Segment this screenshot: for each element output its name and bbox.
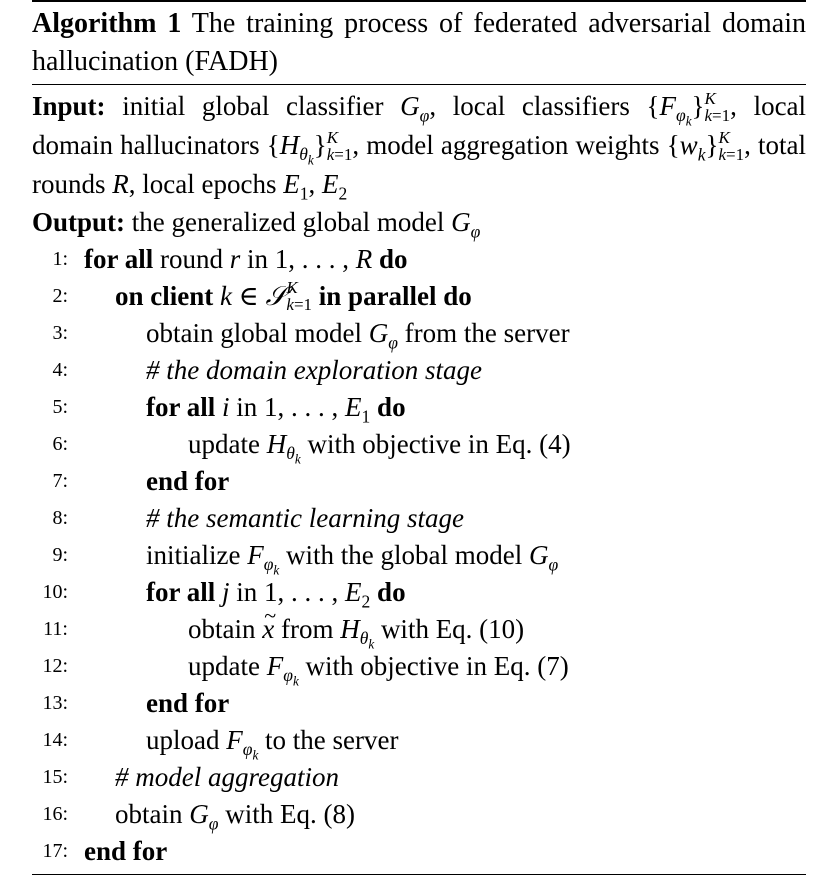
comment: # model aggregation	[115, 761, 339, 792]
algorithm-caption: Algorithm 1 The training process of fede…	[32, 2, 806, 84]
algo-line: 12: update Fφk with objective in Eq. (7)	[32, 648, 806, 688]
algo-line: 9: initialize Fφk with the global model …	[32, 537, 806, 577]
algo-line: 7: end for	[32, 463, 806, 500]
line-number: 8:	[52, 506, 68, 529]
line-number: 14:	[42, 728, 68, 751]
line-number: 11:	[43, 617, 68, 640]
algo-line: 3: obtain global model Gφ from the serve…	[32, 315, 806, 352]
input-text: model aggregation weights	[366, 129, 660, 160]
algo-line: 14: upload Fφk to the server	[32, 722, 806, 762]
algo-line: 8: # the semantic learning stage	[32, 500, 806, 537]
algo-line: 17: end for	[32, 833, 806, 870]
io-section: Input: initial global classifier Gφ, loc…	[32, 85, 806, 241]
algorithm-lines: 1: for all round r in 1, . . . , R do 2:…	[32, 241, 806, 874]
line-number: 3:	[52, 321, 68, 344]
algo-line: 1: for all round r in 1, . . . , R do	[32, 241, 806, 278]
line-number: 16:	[42, 802, 68, 825]
algorithm-block: Algorithm 1 The training process of fede…	[32, 0, 806, 875]
algo-line: 10: for all j in 1, . . . , E2 do	[32, 574, 806, 611]
line-number: 1:	[52, 247, 68, 270]
line-number: 4:	[52, 358, 68, 381]
line-number: 17:	[42, 839, 68, 862]
algorithm-label: Algorithm 1	[32, 8, 182, 39]
output-label: Output:	[32, 206, 126, 237]
algo-line: 6: update Hθk with objective in Eq. (4)	[32, 426, 806, 466]
algo-line: 2: on client k ∈ 𝒮 Kk=1 in parallel do	[32, 278, 806, 315]
algo-line: 4: # the domain exploration stage	[32, 352, 806, 389]
input-paragraph: Input: initial global classifier Gφ, loc…	[32, 88, 807, 203]
algo-line: 16: obtain Gφ with Eq. (8)	[32, 796, 806, 833]
comment: # the semantic learning stage	[146, 502, 464, 533]
input-text: local classifiers	[452, 91, 630, 121]
algo-line: 13: end for	[32, 685, 806, 722]
line-number: 9:	[52, 543, 68, 566]
bottom-rule	[32, 873, 806, 875]
line-number: 10:	[42, 580, 68, 603]
algo-line: 11: obtain x from Hθk with Eq. (10)	[32, 597, 806, 651]
line-number: 2:	[52, 284, 68, 307]
algo-line: 5: for all i in 1, . . . , E1 do	[32, 389, 806, 426]
input-label: Input:	[32, 91, 106, 121]
input-text: local epochs	[142, 168, 277, 199]
input-text: initial global classifier	[122, 91, 384, 121]
line-number: 15:	[42, 765, 68, 788]
algo-line: 15: # model aggregation	[32, 759, 806, 796]
line-number: 12:	[42, 654, 68, 677]
line-number: 13:	[42, 691, 68, 714]
line-number: 6:	[52, 432, 68, 455]
line-number: 5:	[52, 395, 68, 418]
line-number: 7:	[52, 469, 68, 492]
output-text: the generalized global model	[131, 206, 445, 237]
output-paragraph: Output: the generalized global model Gφ	[32, 206, 481, 241]
comment: # the domain exploration stage	[146, 354, 482, 385]
